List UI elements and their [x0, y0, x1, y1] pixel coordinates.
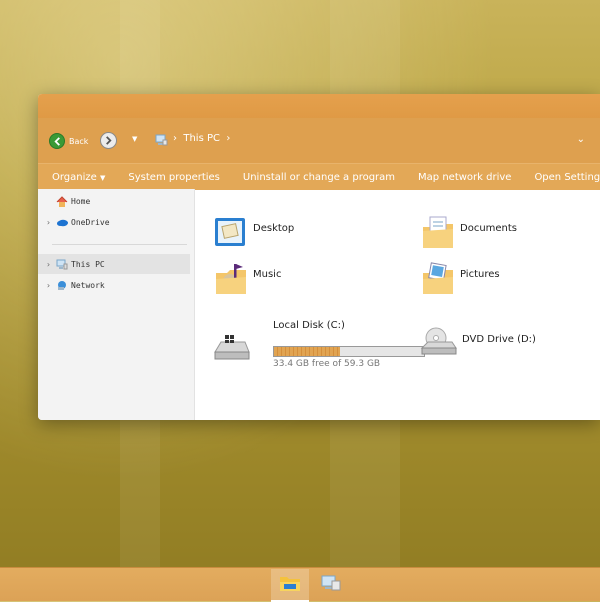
back-button-label: Back: [69, 136, 89, 146]
pictures-folder-icon: [420, 261, 456, 300]
recent-locations-chevron-icon[interactable]: ▼: [132, 135, 137, 143]
organize-button[interactable]: Organize ▼: [52, 172, 105, 183]
drive-local-disk[interactable]: Local Disk (C:) 33.4 GB free of 59.3 GB: [213, 320, 428, 370]
map-network-drive-button[interactable]: Map network drive: [418, 172, 511, 183]
documents-folder-icon: [420, 215, 456, 254]
file-explorer-icon: [279, 574, 301, 596]
command-bar: Organize ▼ System properties Uninstall o…: [38, 163, 600, 190]
system-properties-button[interactable]: System properties: [128, 172, 220, 183]
expand-chevron-icon[interactable]: ›: [46, 281, 56, 290]
drive-usage-bar: [273, 346, 425, 357]
forward-button[interactable]: [100, 132, 117, 149]
this-pc-icon: [155, 131, 168, 150]
folder-label: Desktop: [253, 223, 295, 234]
folder-label: Music: [253, 269, 282, 280]
music-folder-icon: [213, 261, 249, 300]
path-separator-icon: ›: [173, 133, 177, 144]
taskbar-control-panel-button[interactable]: [312, 569, 350, 600]
forward-arrow-icon: [100, 132, 117, 149]
hard-drive-icon: [213, 332, 251, 370]
expand-chevron-icon[interactable]: ›: [46, 218, 56, 227]
computer-icon: [56, 259, 68, 270]
folder-pictures[interactable]: Pictures: [420, 261, 500, 300]
sidebar-item-label: Network: [71, 280, 105, 290]
drive-free-space: 33.4 GB free of 59.3 GB: [273, 359, 381, 369]
sidebar-item-onedrive[interactable]: › OneDrive: [38, 212, 190, 232]
dvd-drive-icon: [420, 326, 458, 361]
sidebar-item-label: OneDrive: [71, 217, 110, 227]
folder-label: Documents: [460, 223, 518, 234]
cloud-icon: [56, 217, 68, 228]
sidebar-item-home[interactable]: Home: [38, 191, 190, 211]
home-icon: [56, 195, 68, 207]
drive-label: DVD Drive (D:): [462, 334, 536, 345]
file-explorer-window: Back ▼ › This PC › ⌄ Organize ▼ System p…: [38, 94, 600, 420]
sidebar-divider: [52, 244, 187, 245]
drive-dvd[interactable]: DVD Drive (D:): [420, 326, 536, 361]
taskbar-file-explorer-button[interactable]: [271, 569, 309, 602]
dropdown-arrow-icon: ▼: [100, 173, 106, 182]
navigation-bar: Back ▼ › This PC › ⌄: [38, 118, 600, 163]
breadcrumb-this-pc[interactable]: This PC: [183, 133, 220, 144]
sidebar-item-label: This PC: [71, 259, 105, 269]
content-pane: Desktop Documents Music Pictures Local D…: [195, 189, 600, 420]
navigation-pane: Home › OneDrive › This PC › Network: [38, 189, 195, 420]
back-button[interactable]: Back: [49, 133, 88, 149]
address-breadcrumb[interactable]: › This PC ›: [173, 133, 230, 144]
desktop-folder-icon: [213, 215, 249, 254]
organize-label: Organize: [52, 171, 97, 183]
folder-documents[interactable]: Documents: [420, 215, 517, 254]
folder-label: Pictures: [460, 269, 500, 280]
drive-label: Local Disk (C:): [273, 320, 345, 331]
open-settings-button[interactable]: Open Settings: [534, 172, 600, 183]
title-bar[interactable]: [38, 94, 600, 118]
network-icon: [56, 280, 68, 291]
drive-usage-fill: [274, 347, 340, 356]
address-history-chevron-icon[interactable]: ⌄: [577, 134, 585, 145]
path-separator-icon: ›: [226, 133, 231, 144]
sidebar-item-label: Home: [71, 196, 91, 206]
taskbar: [0, 567, 600, 602]
uninstall-program-button[interactable]: Uninstall or change a program: [243, 172, 395, 183]
sidebar-item-network[interactable]: › Network: [38, 275, 190, 295]
sidebar-item-this-pc[interactable]: › This PC: [38, 254, 190, 274]
folder-music[interactable]: Music: [213, 261, 281, 300]
back-arrow-icon: [49, 133, 65, 149]
expand-chevron-icon[interactable]: ›: [46, 260, 56, 269]
folder-desktop[interactable]: Desktop: [213, 215, 294, 254]
control-panel-icon: [320, 574, 342, 596]
window-body: Home › OneDrive › This PC › Network Desk…: [38, 189, 600, 420]
